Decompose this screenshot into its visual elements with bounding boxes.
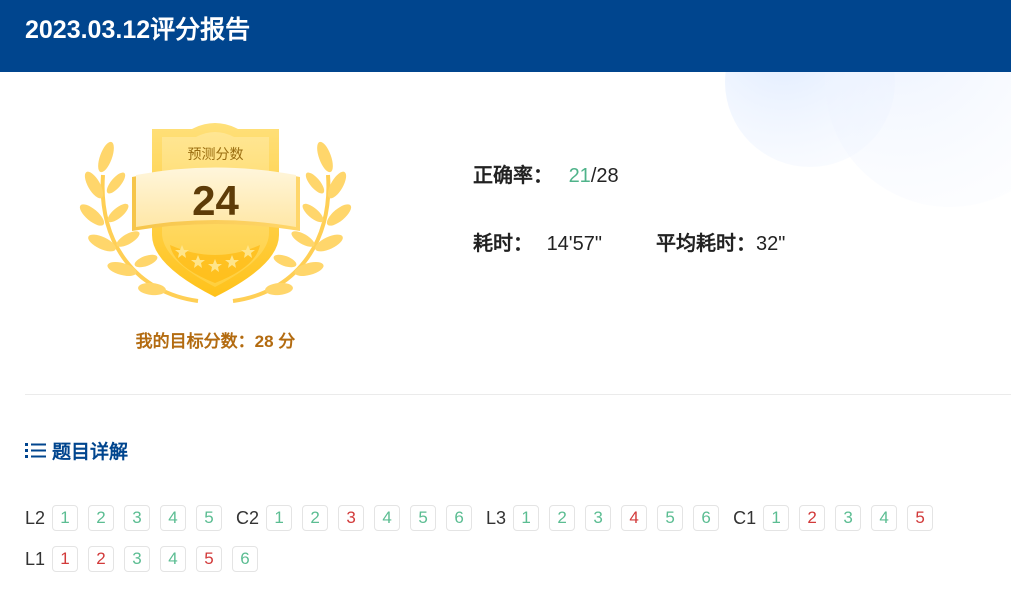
question-number-button[interactable]: 1 bbox=[763, 505, 790, 531]
question-number-button[interactable]: 4 bbox=[160, 505, 187, 531]
time-value: 14'57" bbox=[546, 233, 602, 255]
question-group-label: L1 bbox=[25, 548, 46, 569]
question-number-button[interactable]: 5 bbox=[657, 505, 684, 531]
avg-time-value: 32" bbox=[756, 233, 786, 255]
question-number-button[interactable]: 2 bbox=[799, 505, 826, 531]
report-header: 2023.03.12评分报告 bbox=[0, 0, 1011, 72]
question-number-button[interactable]: 5 bbox=[196, 546, 223, 572]
question-group-label: L2 bbox=[25, 507, 46, 528]
avg-time-label: 平均耗时： bbox=[656, 233, 756, 255]
predicted-score-value: 24 bbox=[192, 177, 239, 224]
target-score: 我的目标分数：28 分 bbox=[135, 332, 296, 351]
question-number-button[interactable]: 5 bbox=[196, 505, 223, 531]
predicted-score-badge: 预测分数 24 bbox=[78, 115, 353, 310]
time-stat: 耗时： 14'57" bbox=[473, 231, 602, 257]
question-number-button[interactable]: 2 bbox=[88, 546, 115, 572]
question-number-button[interactable]: 2 bbox=[302, 505, 329, 531]
section-divider bbox=[25, 394, 1011, 395]
question-number-button[interactable]: 6 bbox=[693, 505, 720, 531]
question-number-button[interactable]: 3 bbox=[124, 546, 151, 572]
list-icon bbox=[25, 441, 47, 459]
question-number-button[interactable]: 1 bbox=[513, 505, 540, 531]
predicted-score-label: 预测分数 bbox=[187, 146, 244, 162]
accuracy-correct-count: 21 bbox=[568, 165, 591, 187]
question-group-label: C1 bbox=[733, 507, 757, 528]
question-number-button[interactable]: 3 bbox=[835, 505, 862, 531]
question-row: L1 1 2 3 4 5 6 bbox=[25, 545, 268, 573]
question-number-button[interactable]: 1 bbox=[52, 505, 79, 531]
avg-time-stat: 平均耗时：32" bbox=[656, 231, 785, 257]
question-detail-title: 题目详解 bbox=[52, 441, 129, 463]
question-row: L2 1 2 3 4 5 C2 1 2 3 4 5 6 L3 1 2 3 4 5 6 C1 1 2 3 4 5 bbox=[25, 504, 943, 532]
question-group-label: L3 bbox=[486, 507, 507, 528]
question-number-button[interactable]: 5 bbox=[907, 505, 934, 531]
question-group-label: C2 bbox=[236, 507, 260, 528]
question-number-button[interactable]: 3 bbox=[338, 505, 365, 531]
report-title: 2023.03.12评分报告 bbox=[25, 16, 251, 44]
question-number-button[interactable]: 1 bbox=[266, 505, 293, 531]
question-number-button[interactable]: 2 bbox=[88, 505, 115, 531]
question-number-button[interactable]: 1 bbox=[52, 546, 79, 572]
accuracy-stat: 正确率： 21/28 bbox=[473, 163, 619, 189]
question-number-button[interactable]: 6 bbox=[232, 546, 259, 572]
time-label: 耗时： bbox=[473, 233, 533, 255]
question-detail-heading: 题目详解 bbox=[25, 437, 128, 463]
question-number-button[interactable]: 4 bbox=[160, 546, 187, 572]
question-number-button[interactable]: 2 bbox=[549, 505, 576, 531]
question-number-button[interactable]: 4 bbox=[871, 505, 898, 531]
question-number-button[interactable]: 6 bbox=[446, 505, 473, 531]
question-number-button[interactable]: 3 bbox=[585, 505, 612, 531]
accuracy-total: /28 bbox=[590, 165, 619, 187]
question-number-button[interactable]: 5 bbox=[410, 505, 437, 531]
accuracy-label: 正确率： bbox=[473, 165, 553, 187]
question-number-button[interactable]: 4 bbox=[374, 505, 401, 531]
question-number-button[interactable]: 4 bbox=[621, 505, 648, 531]
question-number-button[interactable]: 3 bbox=[124, 505, 151, 531]
